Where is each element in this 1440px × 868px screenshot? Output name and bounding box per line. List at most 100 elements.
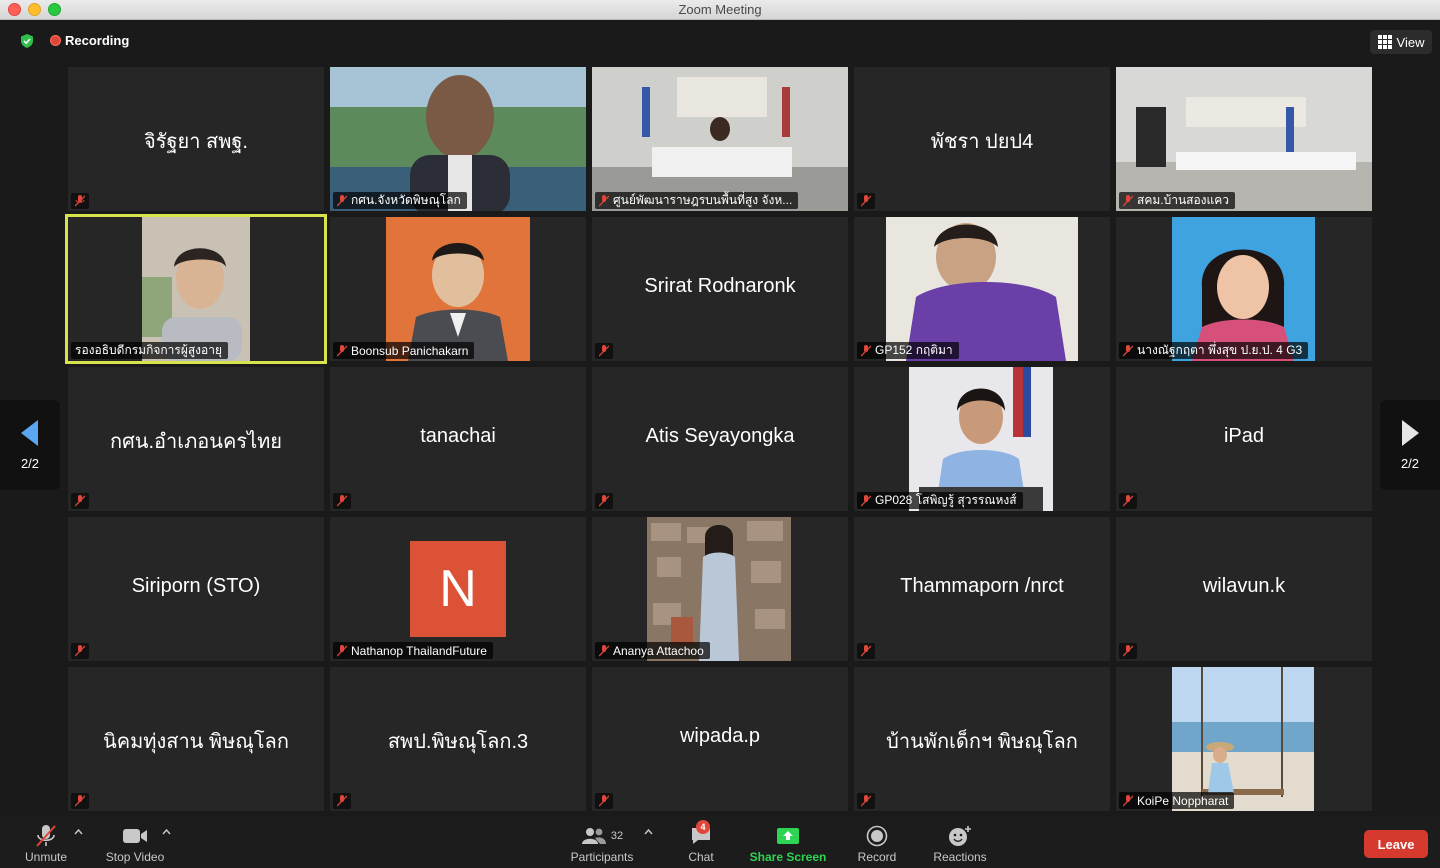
video-tile[interactable]: กศน.จังหวัดพิษณุโลก xyxy=(330,67,586,211)
participant-video xyxy=(1116,67,1372,211)
video-tile[interactable]: สพป.พิษณุโลก.3 xyxy=(330,667,586,811)
participant-name: ศูนย์พัฒนาราษฎรบนพื้นที่สูง จังห... xyxy=(613,193,793,207)
video-tile[interactable]: Atis Seyayongka xyxy=(592,367,848,511)
muted-mic-icon xyxy=(857,343,875,359)
participants-button[interactable]: 32 Participants xyxy=(566,822,638,864)
participant-name: กศน.อำเภอนครไทย xyxy=(109,431,283,453)
muted-mic-icon xyxy=(333,193,351,209)
video-tile[interactable]: Ananya Attachoo xyxy=(592,517,848,661)
video-tile[interactable]: พัชรา ปยป4 xyxy=(854,67,1110,211)
share-screen-button[interactable]: Share Screen xyxy=(748,822,828,864)
stop-video-button[interactable]: Stop Video xyxy=(100,822,170,864)
video-camera-icon xyxy=(123,829,147,843)
next-page-button[interactable]: 2/2 xyxy=(1380,400,1440,490)
leave-button[interactable]: Leave xyxy=(1364,830,1428,858)
muted-mic-icon xyxy=(595,193,613,209)
muted-mic-icon xyxy=(595,643,613,659)
video-tile[interactable]: GP028 โสพิญรู้ สุวรรณหงส์ xyxy=(854,367,1110,511)
participant-video xyxy=(909,367,1053,511)
participant-name: tanachai xyxy=(420,425,496,447)
record-button[interactable]: Record xyxy=(854,822,900,864)
chat-unread-badge: 4 xyxy=(696,820,710,834)
video-tile[interactable]: KoiPe Noppharat xyxy=(1116,667,1372,811)
active-speaker-tile[interactable]: รองอธิบดีกรมกิจการผู้สูงอายุ xyxy=(65,214,327,364)
previous-page-button[interactable]: 2/2 xyxy=(0,400,60,490)
muted-mic-icon xyxy=(595,793,613,809)
audio-options-caret-icon[interactable] xyxy=(74,828,83,837)
participant-video xyxy=(1172,217,1315,361)
participant-name: wilavun.k xyxy=(1202,575,1286,597)
participant-name: wipada.p xyxy=(679,725,761,747)
meeting-toolbar: Unmute Stop Video 32 Participants 4 Chat xyxy=(0,816,1440,868)
participant-label: Ananya Attachoo xyxy=(595,642,710,659)
chevron-left-icon xyxy=(21,419,38,446)
participant-label: ศูนย์พัฒนาราษฎรบนพื้นที่สูง จังห... xyxy=(595,192,799,209)
video-tile[interactable]: N Nathanop ThailandFuture xyxy=(330,517,586,661)
window-title: Zoom Meeting xyxy=(678,2,762,17)
participant-name: Srirat Rodnaronk xyxy=(644,275,796,297)
muted-mic-icon xyxy=(1119,643,1137,659)
muted-mic-icon xyxy=(857,493,875,509)
participant-name: iPad xyxy=(1223,425,1265,447)
participant-name: กศน.จังหวัดพิษณุโลก xyxy=(351,193,461,207)
record-label: Record xyxy=(857,850,897,864)
participant-name: Nathanop ThailandFuture xyxy=(351,643,487,658)
video-tile[interactable]: Boonsub Panichakarn xyxy=(330,217,586,361)
participant-label: GP152 กฤติมา xyxy=(857,342,959,359)
video-options-caret-icon[interactable] xyxy=(162,828,171,837)
chat-button[interactable]: 4 Chat xyxy=(680,820,722,864)
video-tile[interactable]: จิรัฐยา สพฐ. xyxy=(68,67,324,211)
video-tile[interactable]: Srirat Rodnaronk xyxy=(592,217,848,361)
participant-video xyxy=(886,217,1078,361)
video-tile[interactable]: นิคมทุ่งสาน พิษณุโลก xyxy=(68,667,324,811)
participant-name: GP028 โสพิญรู้ สุวรรณหงส์ xyxy=(875,493,1017,507)
view-label: View xyxy=(1396,34,1425,50)
participant-name: พัชรา ปยป4 xyxy=(930,131,1034,153)
security-shield-icon[interactable] xyxy=(20,34,34,48)
participant-label: Nathanop ThailandFuture xyxy=(333,642,493,659)
reactions-button[interactable]: Reactions xyxy=(928,822,992,864)
video-tile[interactable]: นางณัฐกฤตา พึ่งสุข ป.ย.ป. 4 G3 xyxy=(1116,217,1372,361)
muted-mic-icon xyxy=(1119,493,1137,509)
video-tile[interactable]: สคม.บ้านสองแคว xyxy=(1116,67,1372,211)
participants-options-caret-icon[interactable] xyxy=(644,828,653,837)
participant-label: GP028 โสพิญรู้ สุวรรณหงส์ xyxy=(857,492,1023,509)
participant-label: KoiPe Noppharat xyxy=(1119,792,1235,809)
video-tile[interactable]: iPad xyxy=(1116,367,1372,511)
muted-mic-icon xyxy=(71,643,89,659)
recording-dot-icon xyxy=(50,35,61,46)
participant-name: Siriporn (STO) xyxy=(131,575,261,597)
recording-indicator[interactable]: Recording xyxy=(50,33,129,48)
participant-name: บ้านพักเด็กฯ พิษณุโลก xyxy=(886,731,1078,753)
muted-mic-icon xyxy=(71,193,89,209)
share-screen-label: Share Screen xyxy=(749,850,827,864)
participant-video xyxy=(1172,667,1314,811)
title-bar: Zoom Meeting xyxy=(0,0,1440,20)
participant-name: จิรัฐยา สพฐ. xyxy=(144,131,248,153)
video-tile[interactable]: GP152 กฤติมา xyxy=(854,217,1110,361)
record-icon xyxy=(866,825,888,847)
video-tile[interactable]: Thammaporn /nrct xyxy=(854,517,1110,661)
participant-video xyxy=(647,517,791,661)
muted-mic-icon xyxy=(595,493,613,509)
video-tile[interactable]: บ้านพักเด็กฯ พิษณุโลก xyxy=(854,667,1110,811)
video-tile[interactable]: กศน.อำเภอนครไทย xyxy=(68,367,324,511)
muted-mic-icon xyxy=(71,793,89,809)
muted-mic-icon xyxy=(857,793,875,809)
stop-video-label: Stop Video xyxy=(105,850,165,864)
video-tile[interactable]: Siriporn (STO) xyxy=(68,517,324,661)
participant-label: รองอธิบดีกรมกิจการผู้สูงอายุ xyxy=(71,342,229,359)
muted-mic-icon xyxy=(333,343,351,359)
video-tile[interactable]: tanachai xyxy=(330,367,586,511)
participant-video xyxy=(142,217,250,361)
video-tile[interactable]: wilavun.k xyxy=(1116,517,1372,661)
view-button[interactable]: View xyxy=(1370,30,1432,54)
unmute-button[interactable]: Unmute xyxy=(18,822,74,864)
chevron-right-icon xyxy=(1402,419,1419,446)
video-tile[interactable]: ศูนย์พัฒนาราษฎรบนพื้นที่สูง จังห... xyxy=(592,67,848,211)
muted-microphone-icon xyxy=(36,825,56,847)
video-tile[interactable]: wipada.p xyxy=(592,667,848,811)
muted-mic-icon xyxy=(71,493,89,509)
participants-count: 32 xyxy=(610,830,624,842)
participant-name: สพป.พิษณุโลก.3 xyxy=(387,731,529,753)
